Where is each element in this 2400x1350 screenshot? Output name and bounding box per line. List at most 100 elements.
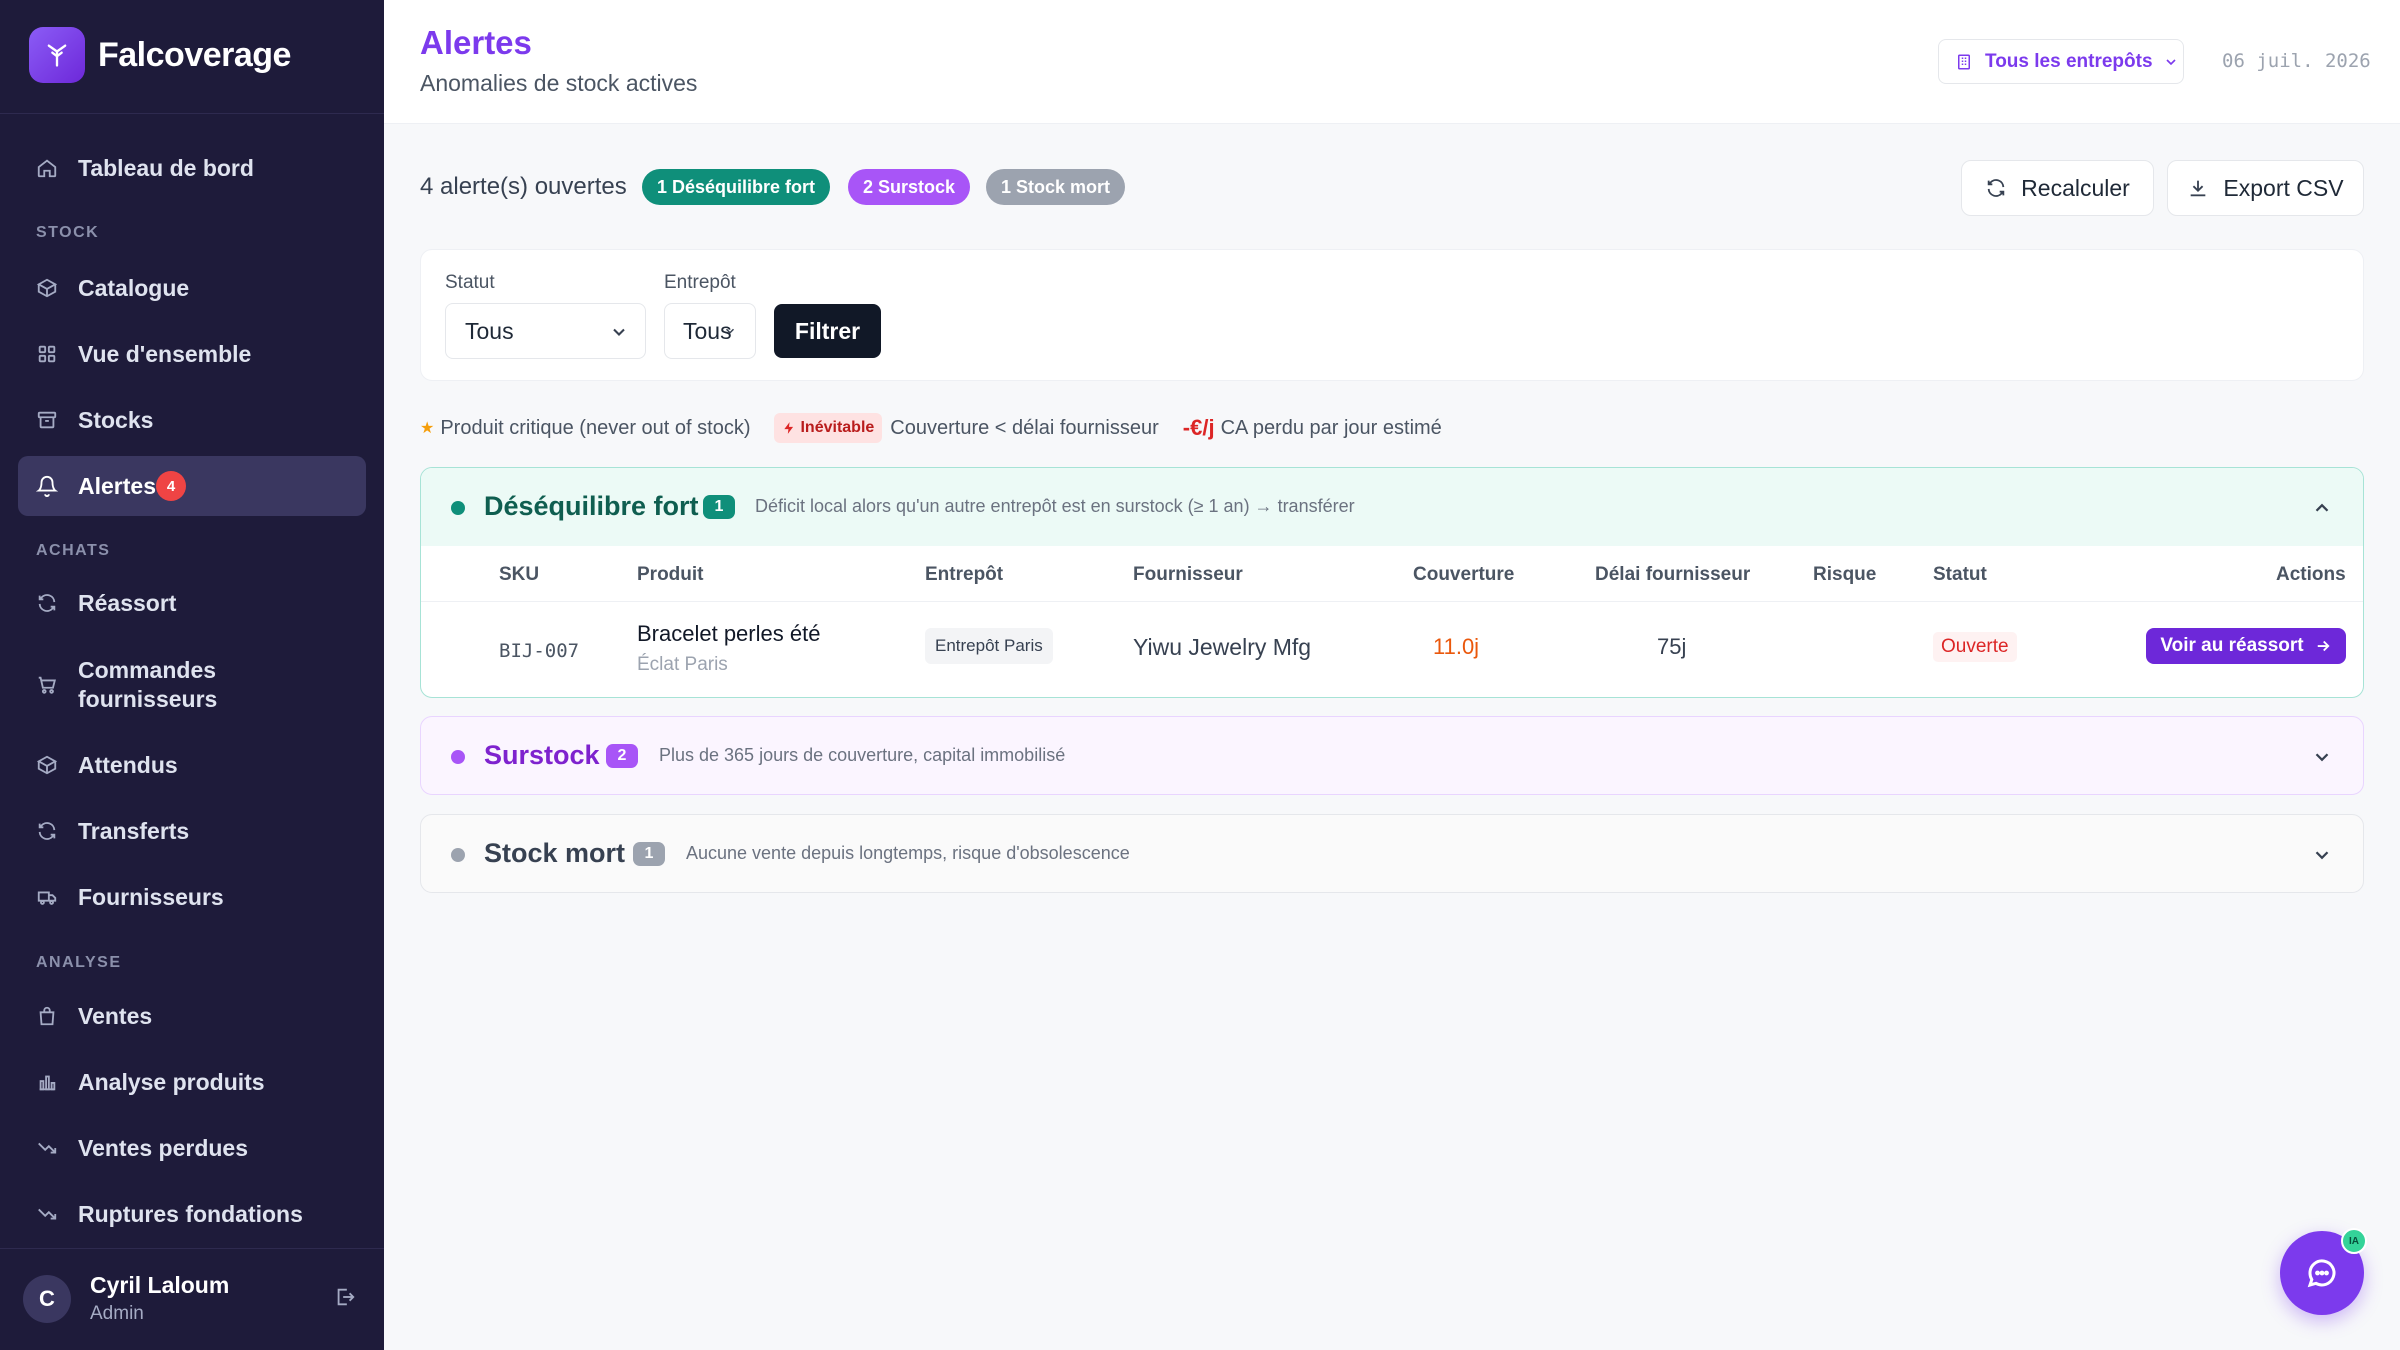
chevron-down-icon[interactable] [2311, 746, 2333, 768]
user-role: Admin [90, 1303, 144, 1324]
column-header-warehouse[interactable]: Entrepôt [925, 564, 1003, 586]
column-header-coverage[interactable]: Couverture [1413, 564, 1514, 586]
sidebar-item-foundation-stockouts[interactable]: Ruptures fondations [18, 1184, 366, 1244]
truck-icon [37, 891, 57, 905]
sidebar-item-label: Ventes perdues [78, 1134, 249, 1161]
export-csv-label: Export CSV [2223, 174, 2344, 201]
pill-imbalance[interactable]: 1 Déséquilibre fort [642, 169, 831, 205]
user-panel: C Cyril Laloum Admin [0, 1248, 384, 1350]
sidebar-item-transfers[interactable]: Transferts [18, 801, 366, 861]
sidebar-item-label: Tableau de bord [78, 154, 254, 181]
sidebar-item-stocks[interactable]: Stocks [18, 390, 366, 450]
download-icon [2191, 180, 2206, 197]
filter-submit-button[interactable]: Filtrer [774, 304, 881, 358]
pill-overstock[interactable]: 2 Surstock [848, 169, 971, 205]
home-icon [37, 159, 57, 178]
sidebar-item-sales[interactable]: Ventes [18, 986, 366, 1046]
current-date: 06 juil. 2026 [2222, 50, 2371, 72]
sidebar-item-expected[interactable]: Attendus [18, 735, 366, 795]
grid-icon [38, 345, 56, 363]
lightning-icon [784, 422, 794, 434]
app-logo[interactable] [29, 27, 85, 83]
page-subtitle: Anomalies de stock actives [420, 70, 698, 96]
chat-bubble-icon [2307, 1259, 2336, 1288]
alerts-count-badge: 4 [155, 471, 186, 501]
filters-panel: Statut Tous Entrepôt Tous Filtrer [420, 249, 2364, 381]
status-filter-label: Statut [445, 272, 495, 293]
sidebar-item-suppliers[interactable]: Fournisseurs [18, 867, 366, 927]
sidebar-item-label: Alertes [78, 472, 156, 499]
column-header-supplier[interactable]: Fournisseur [1133, 564, 1243, 586]
archive-icon [37, 411, 57, 429]
product-name[interactable]: Bracelet perles été [637, 621, 820, 647]
logout-icon [337, 1288, 355, 1306]
alert-group-dead-stock: Stock mort 1 Aucune vente depuis longtem… [420, 814, 2364, 893]
trend-down-icon [38, 1208, 57, 1220]
view-reassort-button[interactable]: Voir au réassort [2146, 628, 2346, 664]
transfer-icon [38, 822, 56, 840]
status-select[interactable]: Tous [445, 303, 646, 359]
alert-group-imbalance: Déséquilibre fort 1 Déficit local alors … [420, 467, 2364, 698]
brand-part2: verage [184, 36, 291, 74]
status-dot [451, 750, 465, 764]
alert-group-overstock: Surstock 2 Plus de 365 jours de couvertu… [420, 716, 2364, 795]
sidebar-divider [0, 113, 384, 114]
product-brand: Éclat Paris [637, 654, 728, 675]
warehouse-filter-label: Entrepôt [664, 272, 736, 293]
status-select-value: Tous [465, 317, 514, 344]
column-header-sku[interactable]: SKU [499, 564, 539, 586]
sidebar-item-product-analysis[interactable]: Analyse produits [18, 1052, 366, 1112]
export-csv-button[interactable]: Export CSV [2167, 160, 2364, 216]
inevitable-badge: Inévitable [774, 413, 883, 443]
sidebar-item-overview[interactable]: Vue d'ensemble [18, 324, 366, 384]
warehouse-select[interactable]: Tous [664, 303, 756, 359]
bell-icon [36, 476, 58, 497]
avatar[interactable]: C [23, 1275, 71, 1323]
column-header-status[interactable]: Statut [1933, 564, 1987, 586]
legend: ★ Produit critique (never out of stock) … [420, 413, 1442, 443]
refresh-icon [38, 594, 56, 612]
main-content: Alertes Anomalies de stock actives Tous … [384, 0, 2400, 1350]
status-dot [451, 848, 465, 862]
brand-name: Falcoverage [98, 36, 291, 75]
chevron-down-icon[interactable] [2311, 844, 2333, 866]
chevron-down-icon [725, 328, 735, 334]
group-header[interactable]: Déséquilibre fort 1 Déficit local alors … [421, 468, 2363, 546]
sidebar: Falcoverage Tableau de bord STOCK Catalo… [0, 0, 384, 1350]
column-header-risk[interactable]: Risque [1813, 564, 1876, 586]
sidebar-item-label: Ventes [78, 1002, 153, 1029]
group-header[interactable]: Stock mort 1 Aucune vente depuis longtem… [421, 815, 2363, 892]
sidebar-item-dashboard[interactable]: Tableau de bord [18, 138, 366, 198]
inevitable-badge-label: Inévitable [800, 419, 875, 436]
sidebar-item-lost-sales[interactable]: Ventes perdues [18, 1118, 366, 1178]
group-count-badge: 1 [703, 495, 735, 519]
sidebar-item-catalogue[interactable]: Catalogue [18, 258, 366, 318]
group-header[interactable]: Surstock 2 Plus de 365 jours de couvertu… [421, 717, 2363, 794]
sidebar-item-supplier-orders[interactable]: Commandes fournisseurs [18, 643, 366, 727]
legend-critical: Produit critique (never out of stock) [440, 416, 751, 439]
section-label-analyse: ANALYSE [36, 954, 122, 971]
column-header-lead-time[interactable]: Délai fournisseur [1595, 564, 1750, 586]
open-alerts-count: 4 alerte(s) ouvertes [420, 173, 627, 200]
group-title: Déséquilibre fort [484, 491, 699, 521]
warehouse-selector[interactable]: Tous les entrepôts [1938, 39, 2184, 84]
logout-button[interactable] [334, 1286, 356, 1308]
package-icon [36, 755, 58, 775]
column-header-product[interactable]: Produit [637, 564, 704, 586]
sidebar-item-label: Commandes fournisseurs [78, 657, 218, 712]
group-description: Plus de 365 jours de couverture, capital… [659, 745, 1066, 765]
bag-icon [39, 1006, 55, 1026]
pill-dead-stock[interactable]: 1 Stock mort [986, 169, 1126, 205]
sidebar-item-label: Analyse produits [78, 1068, 265, 1095]
recalculate-button[interactable]: Recalculer [1961, 160, 2154, 216]
sidebar-item-reassort[interactable]: Réassort [18, 573, 366, 633]
lead-time-cell: 75j [1657, 634, 1687, 659]
legend-inevitable-text: Couverture < délai fournisseur [890, 416, 1159, 439]
group-title: Surstock [484, 740, 600, 770]
warehouse-selector-label: Tous les entrepôts [1985, 50, 2153, 72]
refresh-icon [1987, 179, 2005, 197]
chevron-up-icon[interactable] [2311, 497, 2333, 519]
sidebar-item-label: Attendus [78, 751, 178, 778]
sidebar-item-label: Transferts [78, 817, 190, 844]
sidebar-item-alerts[interactable]: Alertes 4 [18, 456, 366, 516]
